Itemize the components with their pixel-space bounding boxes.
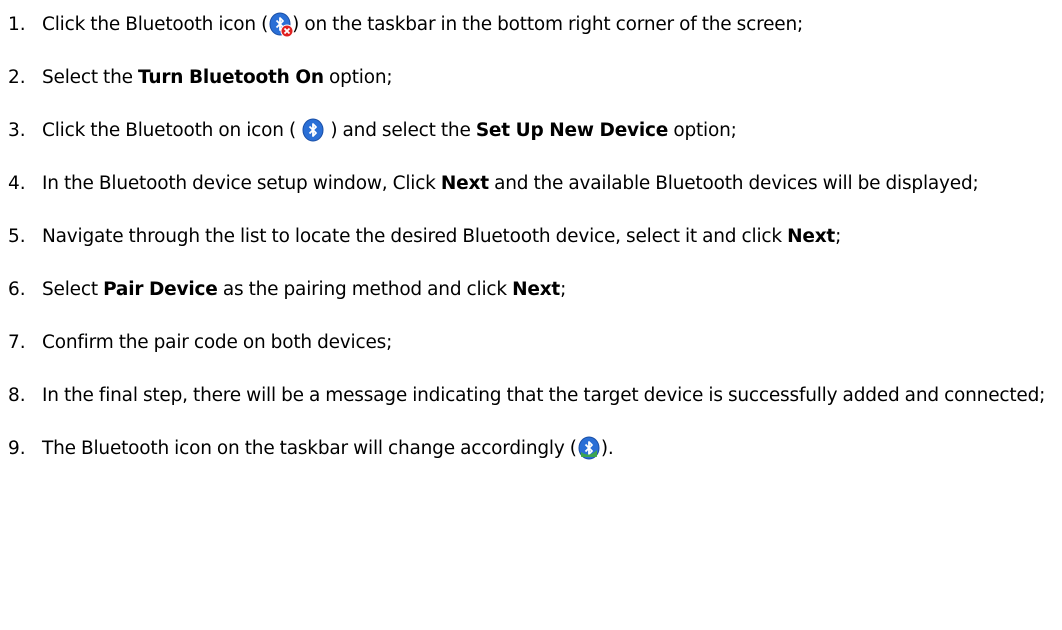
step-text-part: Confirm the pair code on both devices; <box>42 332 393 353</box>
step-text: Click the Bluetooth on icon ( ) and sele… <box>42 115 1058 147</box>
step-number: 8. <box>8 385 26 406</box>
step-text-part: ) on the taskbar in the bottom right cor… <box>292 14 804 35</box>
step-text: Navigate through the list to locate the … <box>42 221 1058 253</box>
step-7: 7. Confirm the pair code on both devices… <box>8 327 1058 359</box>
step-text-part: and the available Bluetooth devices will… <box>488 173 979 194</box>
step-text-part: as the pairing method and click <box>217 279 513 300</box>
step-text-part: option; <box>323 67 393 88</box>
button-name: Next <box>512 279 561 300</box>
step-text-part: Select the <box>42 67 138 88</box>
step-text: Select Pair Device as the pairing method… <box>42 274 1058 306</box>
step-number: 5. <box>8 226 26 247</box>
step-number: 3. <box>8 120 26 141</box>
instructions-document: 1. Click the Bluetooth icon ( ) on the t… <box>0 0 1062 630</box>
step-text-part: Select <box>42 279 104 300</box>
step-text-part: Click the Bluetooth icon ( <box>42 14 269 35</box>
step-1: 1. Click the Bluetooth icon ( ) on the t… <box>8 9 1058 41</box>
step-text-part: ) and select the <box>325 120 476 141</box>
steps-list: 1. Click the Bluetooth icon ( ) on the t… <box>8 9 1058 465</box>
step-text-part: Navigate through the list to locate the … <box>42 226 788 247</box>
option-name: Set Up New Device <box>475 120 669 141</box>
step-5: 5. Navigate through the list to locate t… <box>8 221 1058 253</box>
step-text-part: Click the Bluetooth on icon ( <box>42 120 302 141</box>
step-number: 7. <box>8 332 26 353</box>
step-text-part: The Bluetooth icon on the taskbar will c… <box>42 438 577 459</box>
step-8: 8. In the final step, there will be a me… <box>8 380 1058 412</box>
step-text: The Bluetooth icon on the taskbar will c… <box>42 433 1058 465</box>
step-text: Select the Turn Bluetooth On option; <box>42 62 1058 94</box>
step-text-part: In the Bluetooth device setup window, Cl… <box>42 173 441 194</box>
button-name: Next <box>440 173 489 194</box>
step-text: In the Bluetooth device setup window, Cl… <box>42 168 1058 200</box>
step-text-part: option; <box>668 120 737 141</box>
option-name: Pair Device <box>103 279 218 300</box>
step-text-part: ; <box>835 226 842 247</box>
step-number: 2. <box>8 67 26 88</box>
step-text: In the final step, there will be a messa… <box>42 380 1058 412</box>
button-name: Next <box>787 226 836 247</box>
bluetooth-off-icon <box>268 12 294 38</box>
bluetooth-on-icon <box>301 118 325 142</box>
step-number: 6. <box>8 279 26 300</box>
step-number: 1. <box>8 14 26 35</box>
step-number: 9. <box>8 438 26 459</box>
step-text-part: In the final step, there will be a messa… <box>42 385 1046 406</box>
step-text-part: ). <box>600 438 614 459</box>
step-3: 3. Click the Bluetooth on icon ( ) and s… <box>8 115 1058 147</box>
step-4: 4. In the Bluetooth device setup window,… <box>8 168 1058 200</box>
step-text: Confirm the pair code on both devices; <box>42 327 1058 359</box>
step-2: 2. Select the Turn Bluetooth On option; <box>8 62 1058 94</box>
step-text: Click the Bluetooth icon ( ) on the task… <box>42 9 1058 41</box>
step-text-part: ; <box>560 279 567 300</box>
step-6: 6. Select Pair Device as the pairing met… <box>8 274 1058 306</box>
option-name: Turn Bluetooth On <box>138 67 324 88</box>
bluetooth-connected-icon <box>577 436 601 460</box>
step-number: 4. <box>8 173 26 194</box>
step-9: 9. The Bluetooth icon on the taskbar wil… <box>8 433 1058 465</box>
